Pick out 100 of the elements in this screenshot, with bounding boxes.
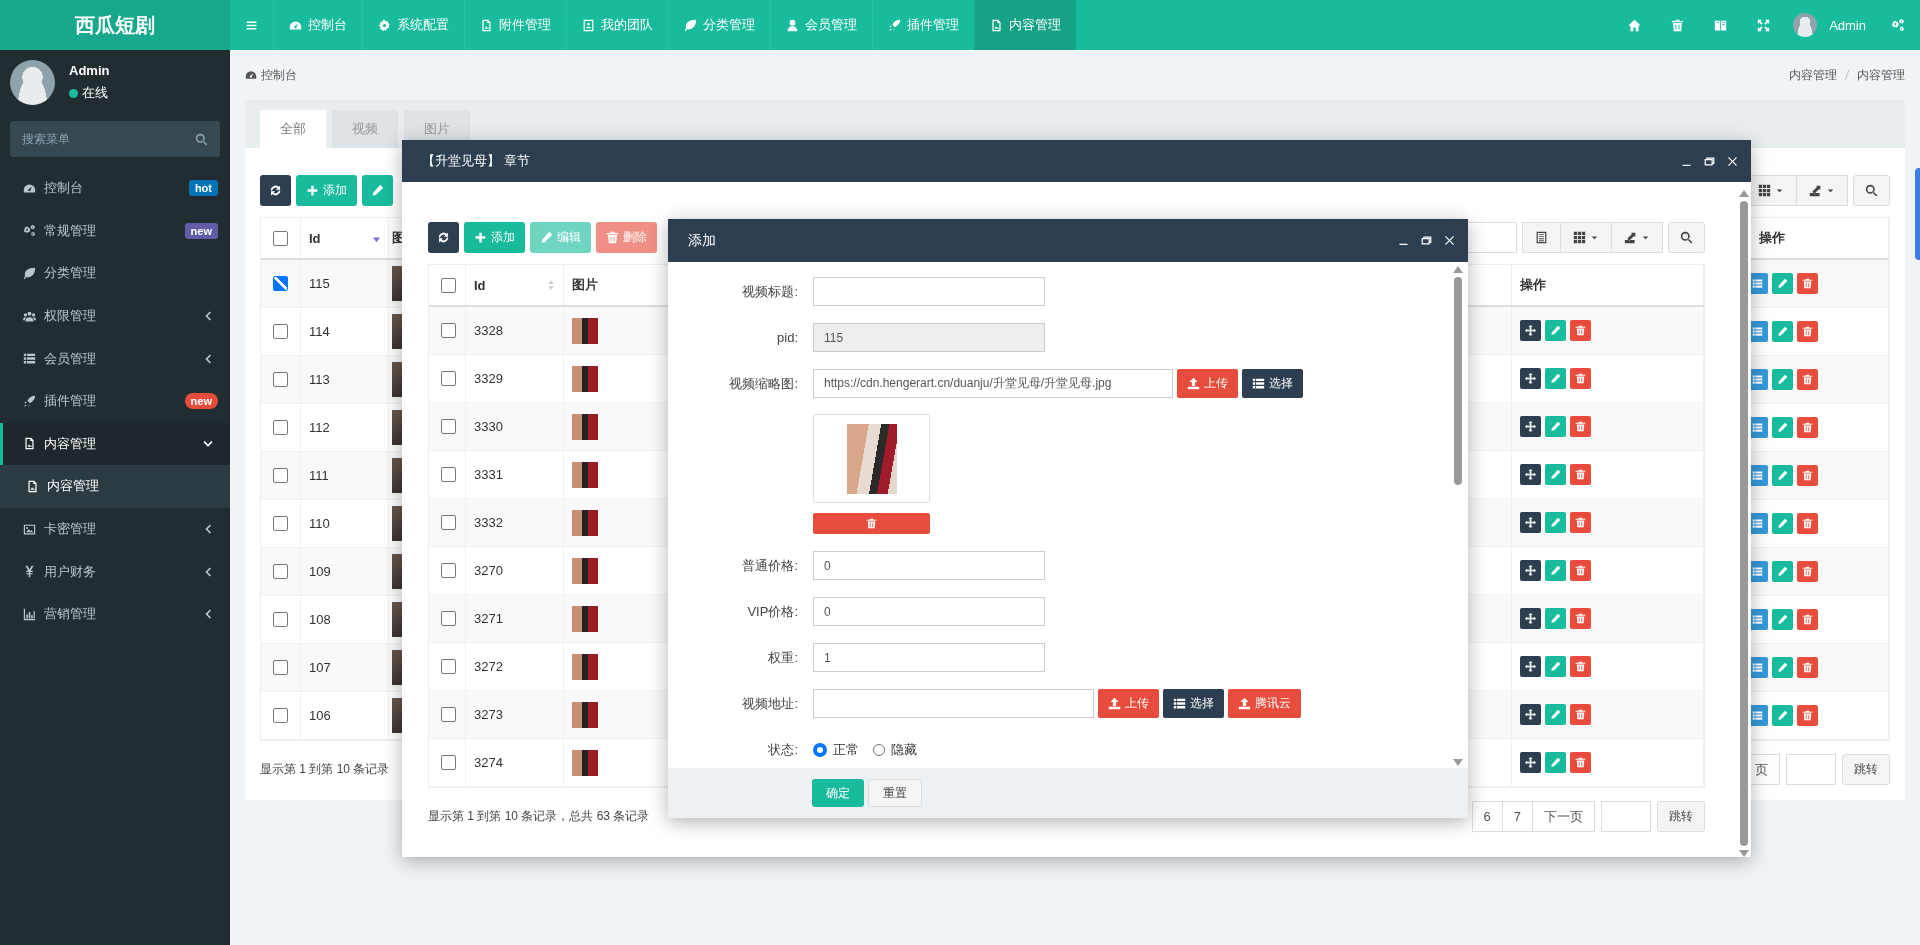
text-field[interactable]: 0 bbox=[813, 551, 1045, 580]
drag-button[interactable] bbox=[1520, 656, 1541, 677]
edit-button[interactable] bbox=[1772, 465, 1793, 486]
close-icon[interactable] bbox=[1443, 234, 1456, 247]
checkbox[interactable] bbox=[273, 372, 288, 387]
sidebar-item[interactable]: 会员管理 bbox=[0, 337, 230, 380]
edit-button[interactable] bbox=[1772, 417, 1793, 438]
edit-button[interactable] bbox=[1772, 561, 1793, 582]
delete-button[interactable] bbox=[1797, 609, 1818, 630]
refresh-button[interactable] bbox=[260, 175, 291, 206]
column-header[interactable]: Id bbox=[466, 265, 564, 305]
edit-button[interactable] bbox=[1772, 609, 1793, 630]
drag-button[interactable] bbox=[1520, 320, 1541, 341]
sidebar-item[interactable]: 卡密管理 bbox=[0, 507, 230, 551]
checkbox[interactable] bbox=[441, 323, 456, 338]
jump-button[interactable]: 跳转 bbox=[1842, 754, 1890, 785]
delete-button[interactable] bbox=[1797, 705, 1818, 726]
delete-button[interactable] bbox=[1797, 513, 1818, 534]
checkbox[interactable] bbox=[273, 276, 288, 291]
checkbox[interactable] bbox=[441, 563, 456, 578]
upload-button[interactable]: 腾讯云 bbox=[1228, 689, 1301, 718]
delete-button[interactable] bbox=[1570, 464, 1591, 485]
text-field[interactable]: 1 bbox=[813, 643, 1045, 672]
checkbox[interactable] bbox=[273, 708, 288, 723]
sidebar-subitem[interactable]: 内容管理 bbox=[0, 465, 230, 508]
delete-button[interactable] bbox=[1797, 369, 1818, 390]
sidebar-item[interactable]: 分类管理 bbox=[0, 252, 230, 295]
delete-button[interactable] bbox=[1570, 656, 1591, 677]
edit-button[interactable] bbox=[1772, 513, 1793, 534]
page-link[interactable]: 7 bbox=[1501, 801, 1533, 832]
drag-button[interactable] bbox=[1520, 704, 1541, 725]
maximize-icon[interactable] bbox=[1420, 234, 1433, 247]
toggle-view-button[interactable] bbox=[1522, 222, 1561, 253]
edit-button[interactable] bbox=[1772, 321, 1793, 342]
checkbox[interactable] bbox=[441, 277, 456, 293]
breadcrumb-item[interactable]: 内容管理 bbox=[1789, 66, 1837, 84]
page-input[interactable] bbox=[1601, 801, 1651, 832]
sidebar-item[interactable]: 控制台 hot bbox=[0, 167, 230, 210]
delete-button[interactable] bbox=[1570, 368, 1591, 389]
sidebar-item[interactable]: 营销管理 bbox=[0, 592, 230, 636]
checkbox[interactable] bbox=[441, 611, 456, 626]
page-link[interactable]: 6 bbox=[1471, 801, 1503, 832]
sidebar-item[interactable]: 常规管理 new bbox=[0, 209, 230, 253]
sidebar-item[interactable]: 内容管理 bbox=[0, 422, 230, 466]
text-field[interactable] bbox=[813, 277, 1045, 306]
checkbox[interactable] bbox=[273, 324, 288, 339]
drag-button[interactable] bbox=[1520, 512, 1541, 533]
column-header[interactable]: Id bbox=[301, 218, 389, 258]
checkbox[interactable] bbox=[441, 371, 456, 386]
edit-button[interactable] bbox=[1772, 273, 1793, 294]
breadcrumb-home[interactable]: 控制台 bbox=[245, 66, 297, 84]
sidebar-item[interactable]: 插件管理 new bbox=[0, 379, 230, 423]
delete-button[interactable] bbox=[1797, 273, 1818, 294]
refresh-button[interactable] bbox=[428, 222, 459, 253]
delete-button[interactable] bbox=[1797, 321, 1818, 342]
drag-button[interactable] bbox=[1520, 608, 1541, 629]
export-button[interactable] bbox=[1797, 175, 1848, 206]
drag-button[interactable] bbox=[1520, 368, 1541, 389]
tab[interactable]: 全部 bbox=[260, 110, 326, 148]
export-button[interactable] bbox=[1612, 222, 1663, 253]
checkbox[interactable] bbox=[273, 468, 288, 483]
delete-button[interactable] bbox=[1570, 752, 1591, 773]
delete-button[interactable] bbox=[1797, 417, 1818, 438]
drag-button[interactable] bbox=[1520, 560, 1541, 581]
delete-button[interactable] bbox=[1570, 608, 1591, 629]
delete-button[interactable] bbox=[1570, 704, 1591, 725]
checkbox[interactable] bbox=[273, 564, 288, 579]
checkbox[interactable] bbox=[441, 707, 456, 722]
text-field[interactable]: https://cdn.hengerart.cn/duanju/升堂见母/升堂见母.jpg bbox=[813, 369, 1173, 398]
checkbox[interactable] bbox=[273, 230, 288, 246]
delete-button[interactable] bbox=[1570, 560, 1591, 581]
drag-button[interactable] bbox=[1520, 464, 1541, 485]
edit-button[interactable] bbox=[1772, 369, 1793, 390]
close-icon[interactable] bbox=[1726, 154, 1739, 168]
search-button[interactable] bbox=[1853, 175, 1890, 206]
choose-button[interactable]: 选择 bbox=[1163, 689, 1224, 718]
radio-label[interactable]: 正常 bbox=[833, 740, 859, 759]
delete-button[interactable] bbox=[1570, 512, 1591, 533]
delete-button[interactable] bbox=[1797, 561, 1818, 582]
delete-button[interactable] bbox=[1570, 320, 1591, 341]
text-field[interactable] bbox=[813, 689, 1094, 718]
upload-button[interactable]: 上传 bbox=[1098, 689, 1159, 718]
breadcrumb-item[interactable]: 内容管理 bbox=[1857, 66, 1905, 84]
scrollbar[interactable] bbox=[1739, 190, 1749, 857]
choose-button[interactable]: 选择 bbox=[1242, 369, 1303, 398]
edit-button[interactable] bbox=[1772, 705, 1793, 726]
delete-button[interactable] bbox=[1570, 416, 1591, 437]
page-input[interactable] bbox=[1786, 754, 1836, 785]
edit-button[interactable] bbox=[362, 175, 393, 206]
drag-button[interactable] bbox=[1520, 752, 1541, 773]
upload-button[interactable]: 上传 bbox=[1177, 369, 1238, 398]
checkbox[interactable] bbox=[273, 660, 288, 675]
checkbox[interactable] bbox=[441, 755, 456, 770]
maximize-icon[interactable] bbox=[1703, 154, 1716, 168]
checkbox[interactable] bbox=[441, 467, 456, 482]
columns-button[interactable] bbox=[1561, 222, 1612, 253]
checkbox[interactable] bbox=[441, 659, 456, 674]
radio-label[interactable]: 隐藏 bbox=[891, 740, 917, 759]
radio-button[interactable] bbox=[813, 742, 827, 757]
page-link[interactable]: 下一页 bbox=[1532, 801, 1595, 832]
